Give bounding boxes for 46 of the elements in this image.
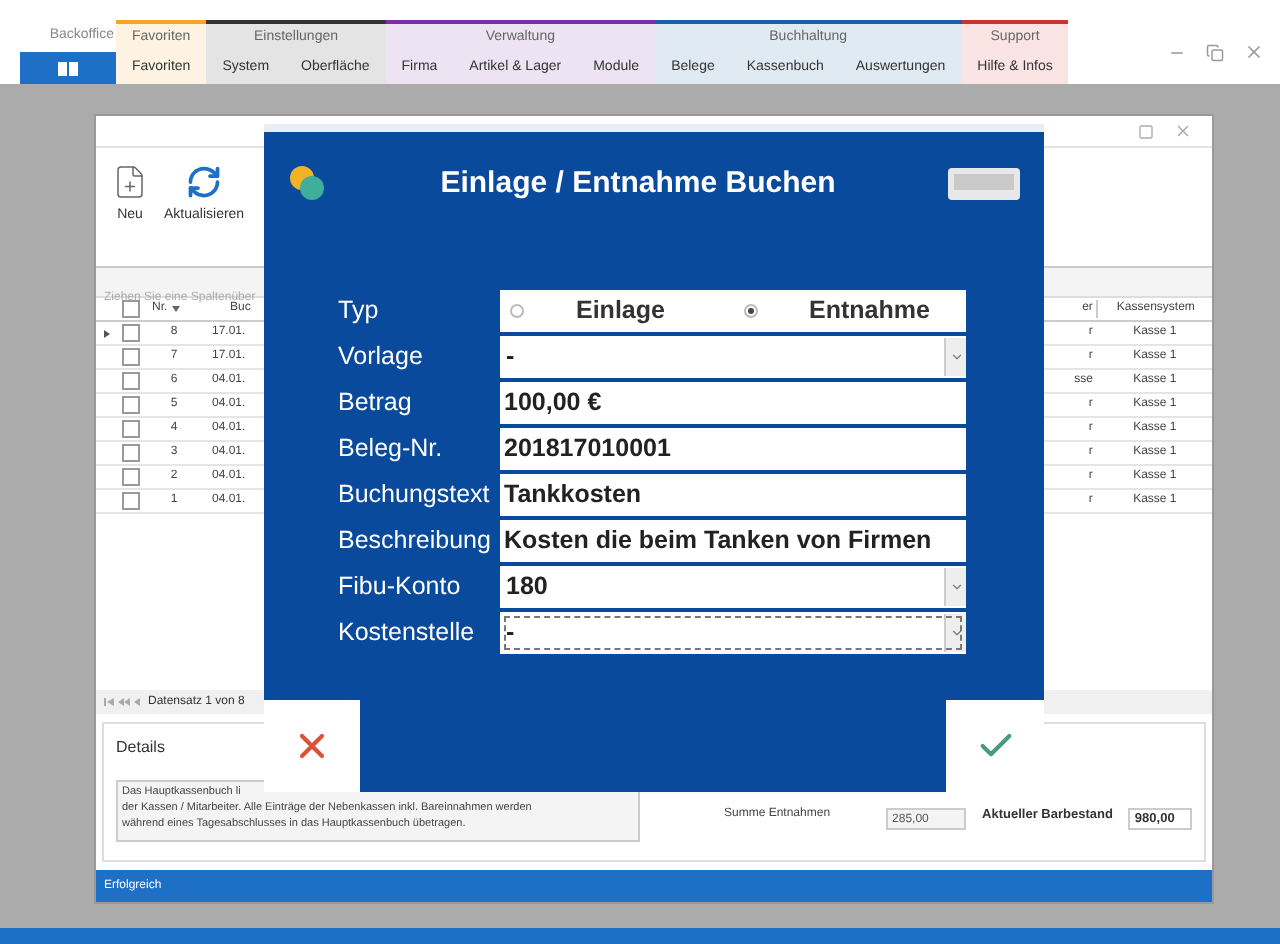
previous-page-icon[interactable] (118, 698, 130, 706)
dropdown-icon (949, 626, 963, 640)
previous-record-icon[interactable] (134, 698, 140, 706)
maximize-icon (1138, 123, 1155, 139)
coins-icon (288, 164, 328, 204)
field-label: Kostenstelle (338, 616, 477, 651)
select-field[interactable]: 180 (500, 566, 966, 608)
text-field[interactable]: Kosten die beim Tanken von Firmen (500, 520, 966, 562)
field-label: Buchungstext (338, 478, 492, 513)
menu-button[interactable] (20, 52, 116, 84)
refresh-icon (186, 164, 223, 200)
dialog-title: Einlage / Entnahme Buchen (438, 163, 838, 204)
close-icon (1174, 122, 1193, 140)
row-checkbox[interactable] (122, 396, 140, 414)
row-checkbox[interactable] (122, 492, 140, 510)
dropdown-icon (949, 580, 963, 594)
text-field[interactable]: 201817010001 (500, 428, 966, 470)
row-checkbox[interactable] (122, 300, 140, 318)
row-checkbox[interactable] (122, 468, 140, 486)
select-field[interactable]: - (500, 612, 966, 654)
field-label: Fibu-Konto (338, 570, 463, 605)
row-checkbox[interactable] (122, 348, 140, 366)
restore-icon (1206, 43, 1224, 61)
row-checkbox[interactable] (122, 324, 140, 342)
field-label: Beschreibung (338, 524, 493, 559)
field-label: Typ (338, 294, 381, 329)
first-record-icon[interactable] (104, 698, 114, 706)
select-field[interactable]: - (500, 336, 966, 378)
close-icon (1244, 42, 1264, 62)
sort-icon (171, 306, 180, 312)
cancel-button[interactable] (264, 700, 360, 792)
text-field[interactable]: 100,00 € (500, 382, 966, 424)
row-checkbox[interactable] (122, 444, 140, 462)
dropdown-icon (949, 350, 963, 364)
field-label: Vorlage (338, 340, 425, 375)
radio-option[interactable]: Einlage (500, 292, 733, 330)
field-label: Betrag (338, 386, 414, 421)
keyboard-icon (948, 168, 1020, 200)
text-field[interactable]: Tankkosten (500, 474, 966, 516)
row-checkbox[interactable] (122, 420, 140, 438)
row-checkbox[interactable] (122, 372, 140, 390)
radio-option[interactable]: Entnahme (733, 292, 966, 330)
field-label: Beleg-Nr. (338, 432, 445, 467)
new-document-icon (112, 164, 148, 200)
details-title: Details (116, 736, 165, 760)
layout-icon (58, 61, 78, 75)
